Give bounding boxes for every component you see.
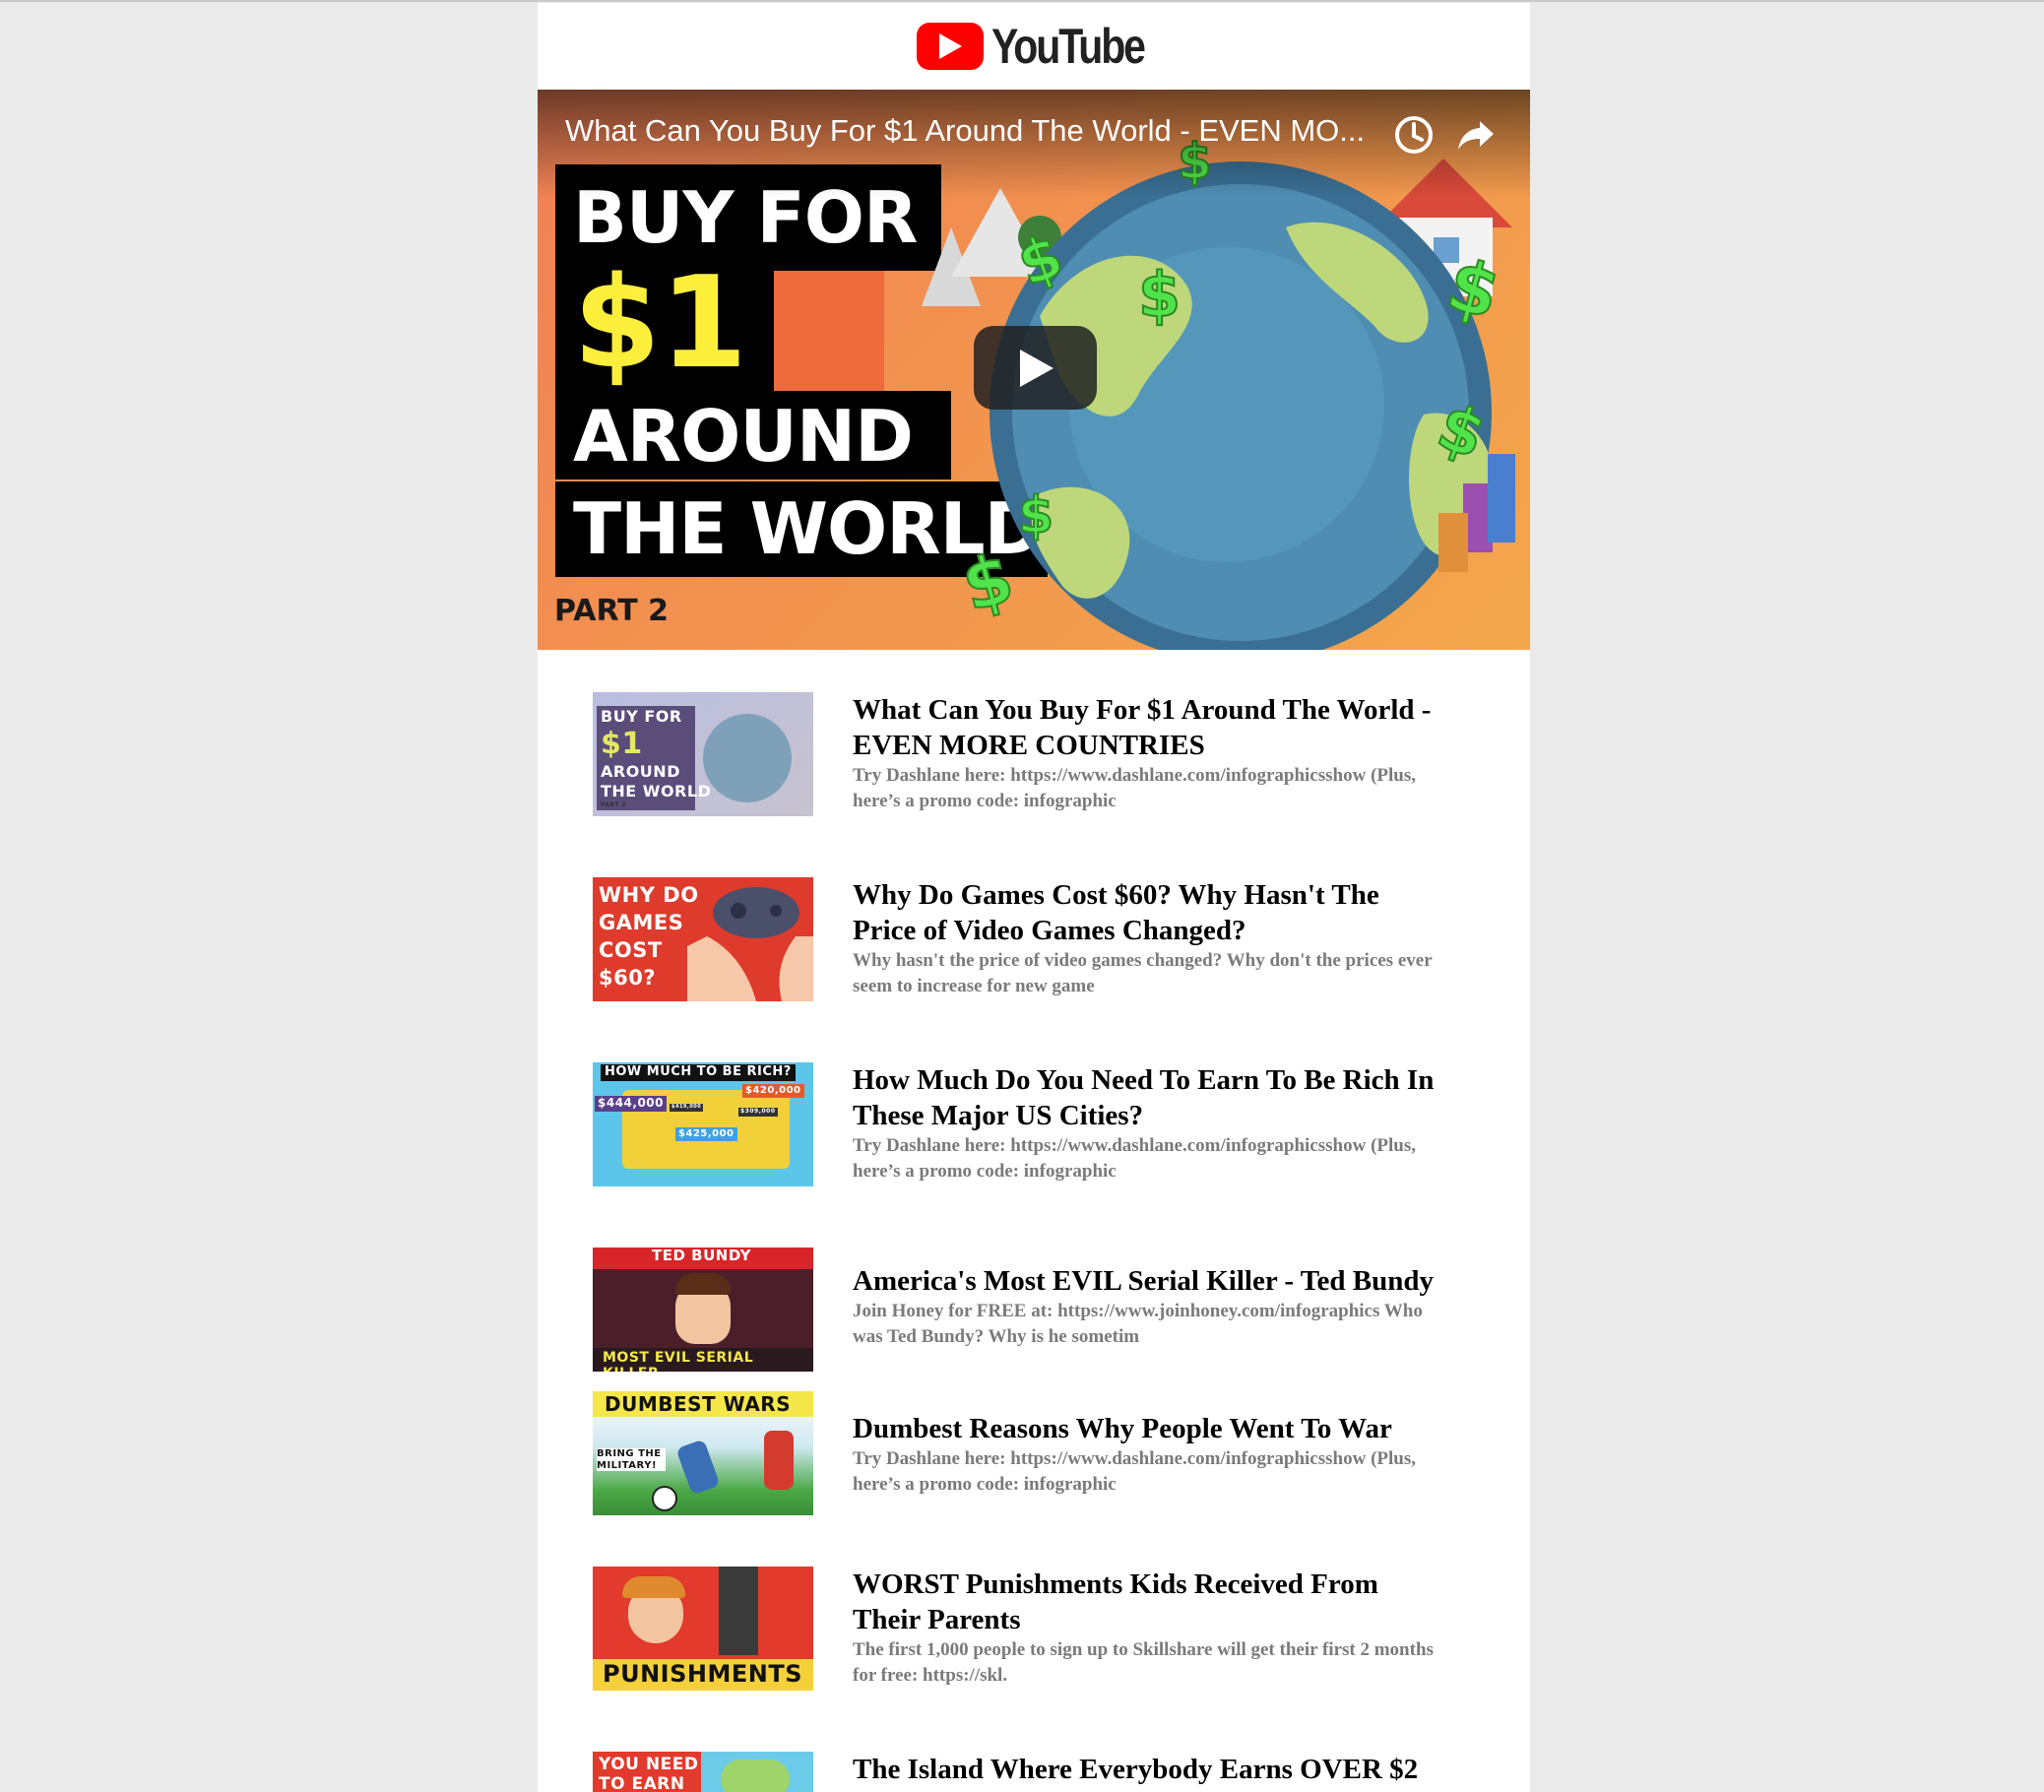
- thumbnail-label: GAMES: [599, 911, 684, 934]
- video-title[interactable]: Why Do Games Cost $60? Why Hasn't The Pr…: [853, 877, 1443, 948]
- list-item[interactable]: YOU NEED TO EARN The Island Where Everyb…: [593, 1752, 1479, 1792]
- list-item[interactable]: HOW MUCH TO BE RICH? $444,000 $420,000 $…: [593, 1062, 1479, 1200]
- share-icon[interactable]: [1454, 113, 1498, 157]
- video-title[interactable]: WORST Punishments Kids Received From The…: [853, 1567, 1443, 1637]
- thumbnail-label: $60?: [599, 966, 657, 990]
- video-description: Join Honey for FREE at: https://www.join…: [853, 1301, 1423, 1347]
- svg-text:$: $: [1138, 259, 1181, 331]
- video-thumbnail[interactable]: DUMBEST WARS BRING THE MILITARY!: [593, 1391, 813, 1515]
- thumbnail-label: $309,000: [738, 1108, 778, 1117]
- list-item[interactable]: PUNISHMENTS WORST Punishments Kids Recei…: [593, 1567, 1479, 1704]
- thumbnail-label: $1: [601, 727, 643, 761]
- thumbnail-label: WHY DO: [599, 883, 699, 907]
- thumbnail-label: $444,000: [595, 1096, 668, 1112]
- video-description: Why hasn't the price of video games chan…: [853, 950, 1433, 996]
- thumbnail-label: TED BUNDY: [652, 1248, 752, 1264]
- thumbnail-label: MOST EVIL SERIAL KILLER: [603, 1350, 754, 1372]
- clock-icon[interactable]: [1392, 113, 1436, 157]
- logo-text: YouTube: [990, 19, 1146, 74]
- svg-text:$: $: [1018, 486, 1054, 545]
- video-description: Try Dashlane here: https://www.dashlane.…: [853, 1448, 1416, 1495]
- play-icon: [1019, 349, 1054, 387]
- video-description: Try Dashlane here: https://www.dashlane.…: [853, 765, 1416, 811]
- thumbnail-label: $425,000: [675, 1127, 737, 1141]
- video-title[interactable]: Dumbest Reasons Why People Went To War: [853, 1411, 1443, 1446]
- thumbnail-label: PART 2: [601, 801, 627, 808]
- thumbnail-label: DUMBEST WARS: [605, 1392, 792, 1416]
- video-description: The first 1,000 people to sign up to Ski…: [853, 1639, 1434, 1686]
- thumbnail-label: THE WORLD: [601, 782, 712, 800]
- youtube-play-logo-icon: [916, 23, 984, 70]
- svg-text:$: $: [954, 538, 1021, 628]
- thumbnail-label: AROUND: [601, 762, 680, 781]
- thumbnail-label: YOU NEED: [599, 1755, 699, 1774]
- thumbnail-label: PUNISHMENTS: [603, 1660, 802, 1688]
- video-thumbnail[interactable]: HOW MUCH TO BE RICH? $444,000 $420,000 $…: [593, 1062, 813, 1186]
- video-thumbnail[interactable]: PUNISHMENTS: [593, 1567, 813, 1691]
- thumbnail-part-label: PART 2: [554, 594, 669, 628]
- svg-text:$: $: [1009, 222, 1071, 300]
- video-title[interactable]: How Much Do You Need To Earn To Be Rich …: [853, 1062, 1443, 1133]
- video-player[interactable]: BUY FOR $1 AROUND THE WORLD PART 2 $ $ $…: [538, 90, 1530, 650]
- thumbnail-label: BRING THE MILITARY!: [597, 1448, 666, 1471]
- header: YouTube: [538, 3, 1530, 90]
- window-top-border: [0, 0, 2044, 2]
- video-title[interactable]: What Can You Buy For $1 Around The World…: [565, 113, 1382, 149]
- video-description: Try Dashlane here: https://www.dashlane.…: [853, 1135, 1416, 1182]
- video-thumbnail[interactable]: BUY FOR $1 AROUND THE WORLD PART 2: [593, 692, 813, 816]
- thumbnail-label: BUY FOR: [601, 707, 682, 726]
- video-thumbnail[interactable]: WHY DO GAMES COST $60?: [593, 877, 813, 1001]
- thumbnail-label: COST: [599, 938, 663, 962]
- video-title[interactable]: America's Most EVIL Serial Killer - Ted …: [853, 1263, 1443, 1299]
- list-item[interactable]: BUY FOR $1 AROUND THE WORLD PART 2 What …: [593, 692, 1479, 830]
- embed-page: YouTube BUY FOR $1 AROUND THE WORLD PART…: [538, 3, 1530, 1792]
- video-thumbnail[interactable]: YOU NEED TO EARN: [593, 1752, 813, 1792]
- gamepad-icon: [687, 887, 813, 1001]
- thumbnail-label: $419,000: [670, 1104, 704, 1112]
- video-title[interactable]: The Island Where Everybody Earns OVER $2: [853, 1752, 1443, 1787]
- list-item[interactable]: DUMBEST WARS BRING THE MILITARY! Dumbest…: [593, 1391, 1479, 1529]
- list-item[interactable]: WHY DO GAMES COST $60? Why Do Games Cost…: [593, 877, 1479, 1015]
- list-item[interactable]: TED BUNDY MOST EVIL SERIAL KILLER Americ…: [593, 1248, 1479, 1385]
- thumbnail-title-box-3: AROUND: [555, 391, 951, 480]
- thumbnail-label: $420,000: [742, 1084, 804, 1098]
- video-title[interactable]: What Can You Buy For $1 Around The World…: [853, 692, 1443, 763]
- play-button[interactable]: [974, 326, 1097, 410]
- youtube-logo[interactable]: YouTube: [916, 18, 1152, 75]
- thumbnail-title-box-2: $1: [555, 250, 774, 397]
- thumbnail-text-line-2: $1: [573, 250, 747, 397]
- video-thumbnail[interactable]: TED BUNDY MOST EVIL SERIAL KILLER: [593, 1248, 813, 1372]
- thumbnail-label: HOW MUCH TO BE RICH?: [601, 1064, 796, 1081]
- thumbnail-text-line-3: AROUND: [573, 395, 914, 478]
- thumbnail-label: TO EARN: [599, 1774, 685, 1792]
